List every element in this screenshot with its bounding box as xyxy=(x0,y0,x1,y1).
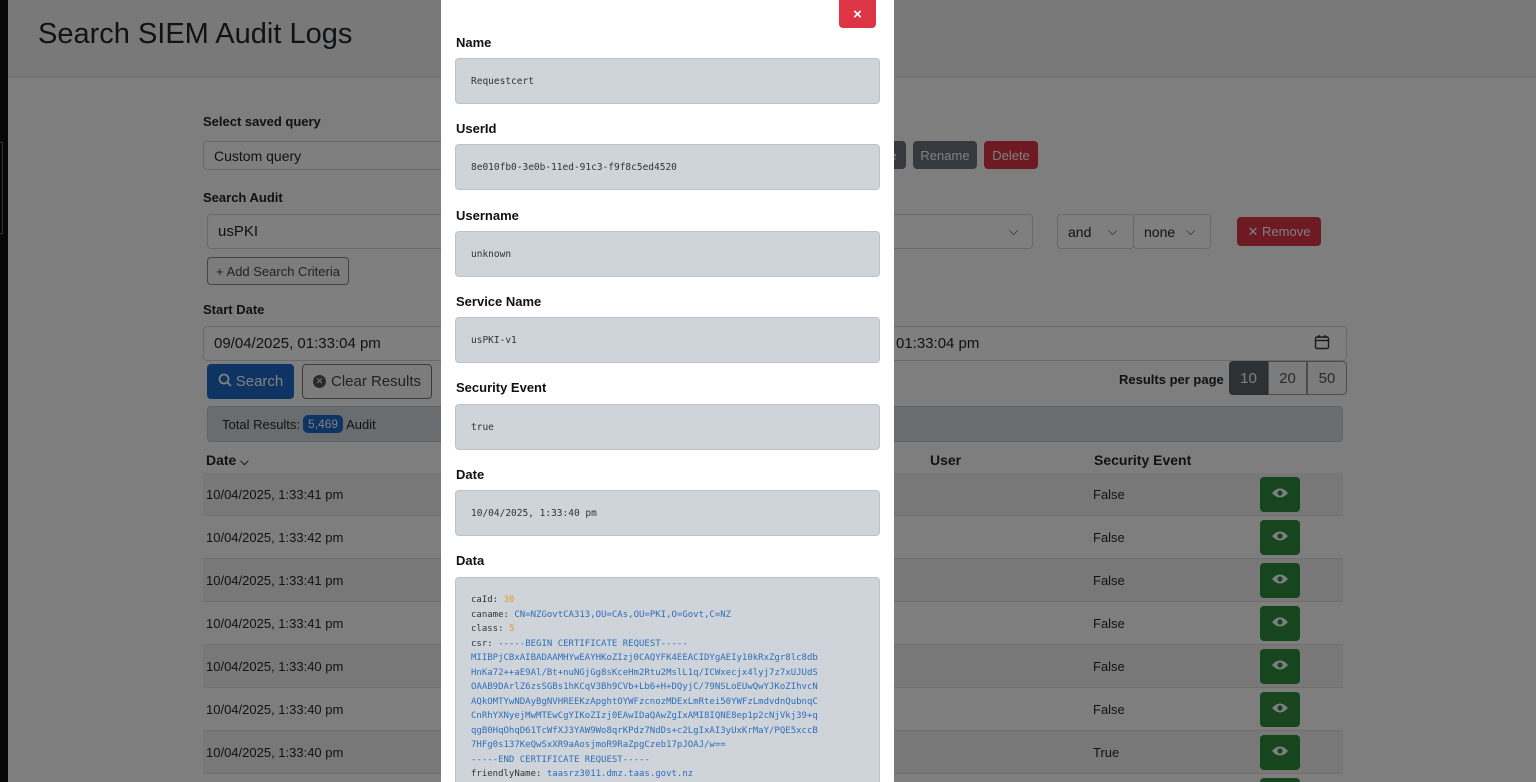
class-key: class: xyxy=(471,624,504,634)
friendly-name-value: taasrz3011.dmz.taas.govt.nz xyxy=(546,769,694,779)
csr-begin: -----BEGIN CERTIFICATE REQUEST----- xyxy=(498,638,688,649)
friendly-name-key: friendlyName: xyxy=(471,769,542,779)
userid-field: 8e010fb0-3e0b-11ed-91c3-f9f8c5ed4520 xyxy=(455,144,880,190)
csr-line: HnKa72++aE9Al/Bt+nuNGjGg8sKceHm2Rtu2MslL… xyxy=(471,667,818,678)
csr-line: qgB0HqOhqD61TcWfXJ3YAW9Wo8qrKPdz7NdDs+c2… xyxy=(471,725,818,736)
csr-line: CnRhYXNyejMwMTEwCgYIKoZIzj0EAwIDaQAwZgIx… xyxy=(471,711,818,721)
service-name-label: Service Name xyxy=(456,294,542,309)
username-field: unknown xyxy=(455,231,880,277)
security-event-field: true xyxy=(455,404,880,450)
caname-key: caname: xyxy=(471,609,509,620)
caid-key: caId: xyxy=(471,595,499,605)
security-event-label: Security Event xyxy=(456,380,547,395)
name-field: Requestcert xyxy=(455,58,880,104)
data-field: caId: 30 caname: CN=NZGovtCA313,OU=CAs,O… xyxy=(455,577,880,782)
date-field: 10/04/2025, 1:33:40 pm xyxy=(455,490,880,536)
csr-line: 7HFg0s137KeQwSxXR9aAosjmoR9RaZpgCzeb17pJ… xyxy=(471,740,726,750)
close-button[interactable]: × xyxy=(839,0,876,28)
data-label: Data xyxy=(456,553,485,568)
csr-line: MIIBPjCBxAIBADAAMHYwEAYHKoZIzj0CAQYFK4EE… xyxy=(471,653,818,663)
csr-line: AQkOMTYwNDAyBgNVHREEKzApghtOYWFzcnozMDEx… xyxy=(471,696,818,707)
csr-key: csr: xyxy=(471,638,493,649)
caid-value: 30 xyxy=(503,595,515,605)
userid-label: UserId xyxy=(456,121,497,136)
audit-detail-modal: × Name Requestcert UserId 8e010fb0-3e0b-… xyxy=(441,0,894,782)
date-label: Date xyxy=(456,467,485,482)
name-label: Name xyxy=(456,35,492,50)
csr-end: -----END CERTIFICATE REQUEST----- xyxy=(471,754,650,765)
service-name-field: usPKI-v1 xyxy=(455,317,880,363)
csr-line: OAAB9DArlZ6zsSGBs1hKCqV3Bh9CVb+Lb6+H+DQy… xyxy=(471,682,818,692)
caname-value: CN=NZGovtCA313,OU=CAs,OU=PKI,O=Govt,C=NZ xyxy=(514,609,732,620)
class-value: 5 xyxy=(508,624,515,634)
username-label: Username xyxy=(456,208,519,223)
